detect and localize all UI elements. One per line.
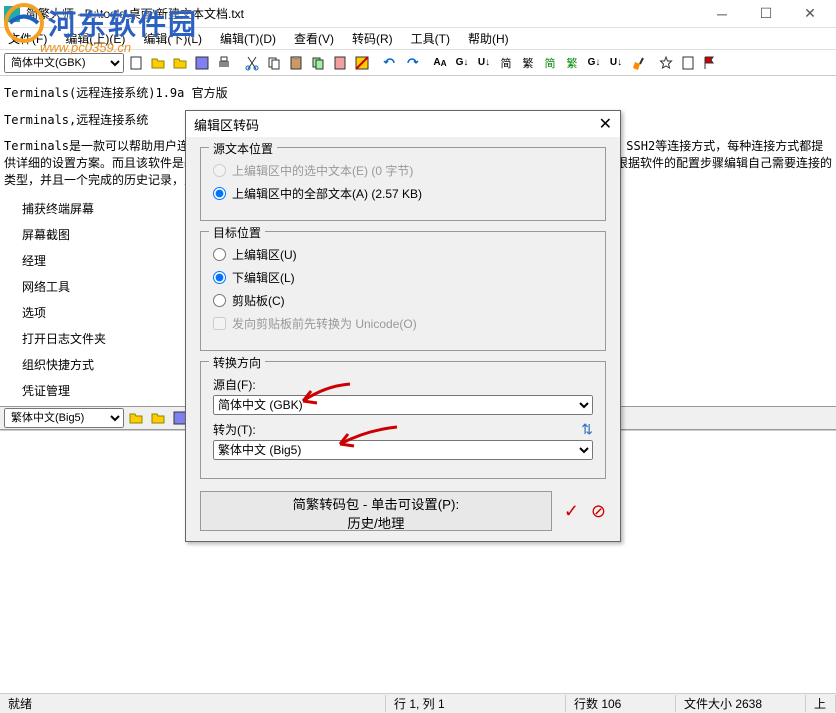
status-position: 行 1, 列 1 bbox=[386, 695, 566, 712]
minimize-button[interactable]: ─ bbox=[700, 0, 744, 28]
aa-icon[interactable]: AA bbox=[430, 53, 450, 73]
copy2-icon[interactable] bbox=[308, 53, 328, 73]
fan-icon[interactable]: 繁 bbox=[518, 53, 538, 73]
menu-edit-lower[interactable]: 编辑(下)(L) bbox=[139, 28, 206, 49]
status-bar: 就绪 行 1, 列 1 行数 106 文件大小 2638 上 bbox=[0, 693, 836, 713]
ok-icon[interactable]: ✓ bbox=[564, 501, 579, 522]
save-icon[interactable] bbox=[192, 53, 212, 73]
menu-bar: 文件(F) 编辑(上)(E) 编辑(下)(L) 编辑(T)(D) 查看(V) 转… bbox=[0, 28, 836, 50]
radio-label: 上编辑区中的选中文本(E) (0 字节) bbox=[232, 162, 413, 179]
checkbox-label: 发向剪贴板前先转换为 Unicode(O) bbox=[232, 315, 417, 332]
close-icon[interactable]: ✕ bbox=[599, 114, 612, 134]
encoding-select[interactable]: 简体中文(GBK) bbox=[4, 53, 124, 73]
brush-icon[interactable] bbox=[628, 53, 648, 73]
target-fieldset: 目标位置 上编辑区(U) 下编辑区(L) 剪贴板(C) 发向剪贴板前先转换为 U… bbox=[200, 231, 606, 351]
radio-label: 剪贴板(C) bbox=[232, 292, 285, 309]
menu-help[interactable]: 帮助(H) bbox=[464, 28, 513, 49]
fan2-icon[interactable]: 繁 bbox=[562, 53, 582, 73]
maximize-button[interactable]: ☐ bbox=[744, 0, 788, 28]
status-lines: 行数 106 bbox=[566, 695, 676, 712]
to-label: 转为(T): bbox=[213, 421, 256, 438]
open2-icon[interactable] bbox=[148, 408, 168, 428]
redo-icon[interactable] bbox=[402, 53, 422, 73]
jian-icon[interactable]: 简 bbox=[496, 53, 516, 73]
u-down2-icon[interactable]: U↓ bbox=[606, 53, 626, 73]
g-down2-icon[interactable]: G↓ bbox=[584, 53, 604, 73]
convert-icon[interactable] bbox=[352, 53, 372, 73]
source-all-radio[interactable] bbox=[213, 187, 226, 200]
cut-icon[interactable] bbox=[242, 53, 262, 73]
close-button[interactable]: ✕ bbox=[788, 0, 832, 28]
app-icon bbox=[4, 6, 20, 22]
toolbar: 简体中文(GBK) AA G↓ U↓ 简 繁 简 繁 G↓ U↓ bbox=[0, 50, 836, 76]
radio-label: 下编辑区(L) bbox=[232, 269, 295, 286]
open-icon[interactable] bbox=[148, 53, 168, 73]
paste-icon[interactable] bbox=[286, 53, 306, 73]
menu-edit-upper[interactable]: 编辑(上)(E) bbox=[61, 28, 129, 49]
menu-tools[interactable]: 工具(T) bbox=[407, 28, 454, 49]
u-down-icon[interactable]: U↓ bbox=[474, 53, 494, 73]
swap-icon[interactable]: ⇅ bbox=[581, 421, 593, 438]
unicode-checkbox bbox=[213, 317, 226, 330]
menu-file[interactable]: 文件(F) bbox=[4, 28, 51, 49]
g-down-icon[interactable]: G↓ bbox=[452, 53, 472, 73]
copy-icon[interactable] bbox=[264, 53, 284, 73]
open2-icon[interactable] bbox=[170, 53, 190, 73]
fieldset-legend: 目标位置 bbox=[209, 224, 265, 241]
menu-edit-t[interactable]: 编辑(T)(D) bbox=[216, 28, 280, 49]
from-encoding-select[interactable]: 简体中文 (GBK) bbox=[213, 395, 593, 415]
open-icon[interactable] bbox=[126, 408, 146, 428]
from-label: 源自(F): bbox=[213, 376, 256, 393]
target-upper-radio[interactable] bbox=[213, 248, 226, 261]
radio-label: 上编辑区(U) bbox=[232, 246, 297, 263]
fieldset-legend: 源文本位置 bbox=[209, 140, 277, 157]
status-ready: 就绪 bbox=[0, 695, 386, 712]
print-icon[interactable] bbox=[214, 53, 234, 73]
source-selected-radio bbox=[213, 164, 226, 177]
source-fieldset: 源文本位置 上编辑区中的选中文本(E) (0 字节) 上编辑区中的全部文本(A)… bbox=[200, 147, 606, 221]
status-filesize: 文件大小 2638 bbox=[676, 695, 806, 712]
encoding-select-lower[interactable]: 繁体中文(Big5) bbox=[4, 408, 124, 428]
convert-dialog: 编辑区转码 ✕ 源文本位置 上编辑区中的选中文本(E) (0 字节) 上编辑区中… bbox=[185, 110, 621, 542]
star-icon[interactable] bbox=[656, 53, 676, 73]
direction-fieldset: 转换方向 源自(F): 简体中文 (GBK) 转为(T): ⇅ 繁体中文 (Bi… bbox=[200, 361, 606, 479]
menu-convert[interactable]: 转码(R) bbox=[348, 28, 397, 49]
paste2-icon[interactable] bbox=[330, 53, 350, 73]
target-lower-radio[interactable] bbox=[213, 271, 226, 284]
radio-label: 上编辑区中的全部文本(A) (2.57 KB) bbox=[232, 185, 422, 202]
text-line: Terminals(远程连接系统)1.9a 官方版 bbox=[4, 84, 832, 101]
undo-icon[interactable] bbox=[380, 53, 400, 73]
jian2-icon[interactable]: 简 bbox=[540, 53, 560, 73]
fieldset-legend: 转换方向 bbox=[209, 354, 265, 371]
flag-icon[interactable] bbox=[700, 53, 720, 73]
status-mode: 上 bbox=[806, 695, 836, 712]
new-icon[interactable] bbox=[126, 53, 146, 73]
menu-view[interactable]: 查看(V) bbox=[290, 28, 338, 49]
cancel-icon[interactable]: ⊘ bbox=[591, 501, 606, 522]
to-encoding-select[interactable]: 繁体中文 (Big5) bbox=[213, 440, 593, 460]
new2-icon[interactable] bbox=[678, 53, 698, 73]
target-clipboard-radio[interactable] bbox=[213, 294, 226, 307]
window-title: 简繁大师 - D:\tools\桌面\新建文本文档.txt bbox=[26, 5, 700, 22]
dialog-title: 编辑区转码 bbox=[194, 115, 259, 134]
settings-button[interactable]: 简繁转码包 - 单击可设置(P): 历史/地理 bbox=[200, 491, 552, 531]
